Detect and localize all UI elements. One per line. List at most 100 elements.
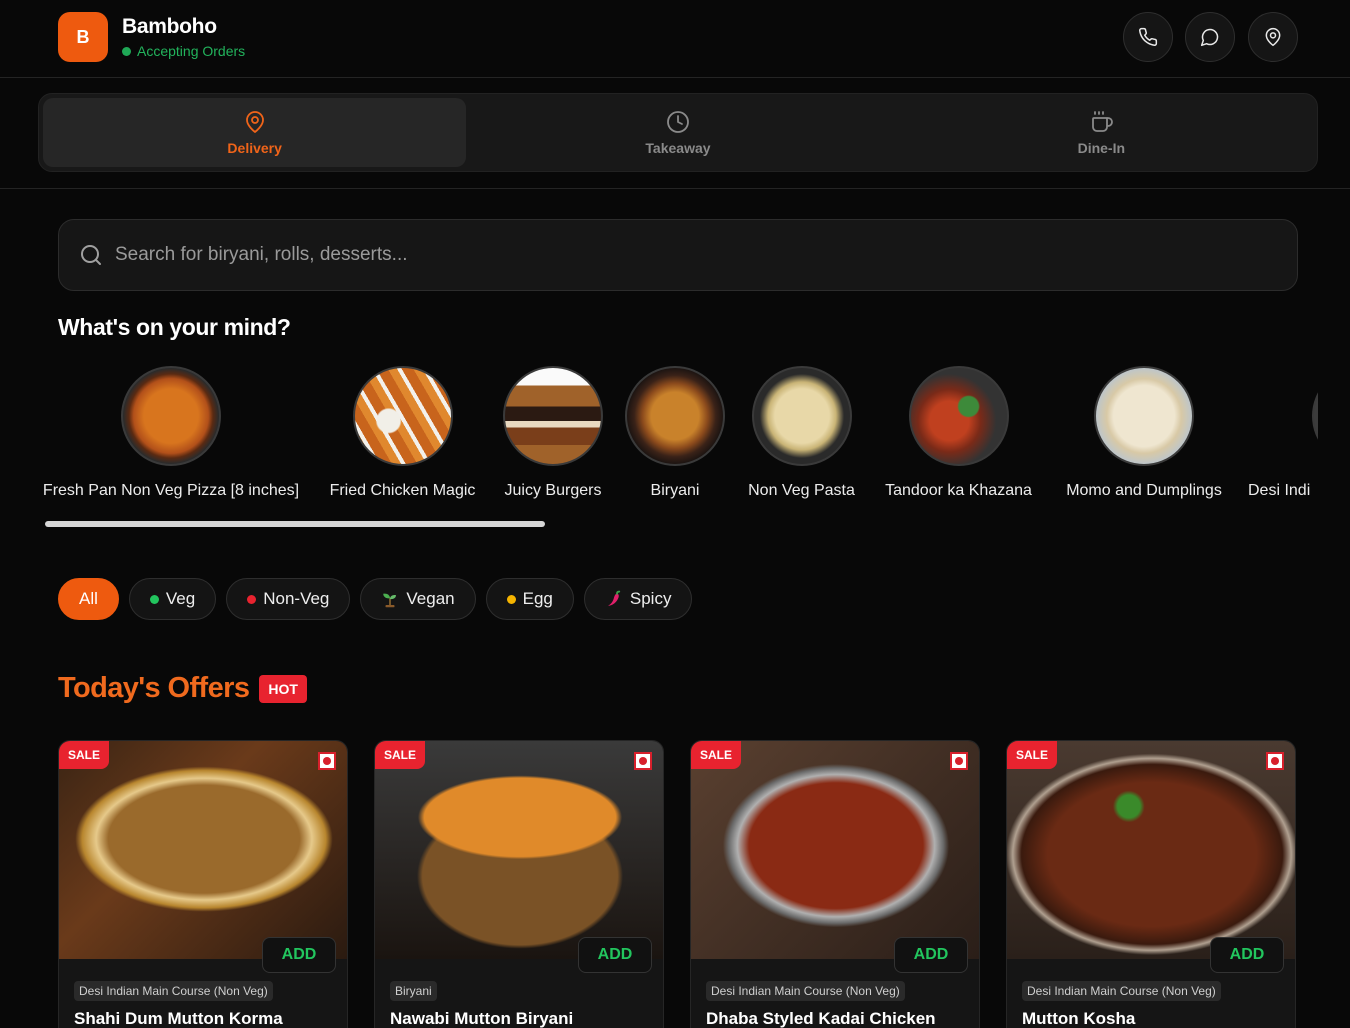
order-type-bar: Delivery Takeaway Dine-In <box>0 78 1350 189</box>
category-item[interactable]: Juicy Burgers <box>500 360 606 500</box>
item-name: Shahi Dum Mutton Korma <box>74 1009 283 1028</box>
sale-badge: SALE <box>1007 741 1058 769</box>
momo-image <box>1094 366 1194 466</box>
status-text: Accepting Orders <box>137 43 246 59</box>
category-item[interactable]: Fresh Pan Non Veg Pizza [8 inches] <box>38 360 304 500</box>
restaurant-name: Bamboho <box>122 15 217 38</box>
category-item[interactable]: Momo and Dumplings <box>1058 360 1230 500</box>
add-button[interactable]: ADD <box>1210 937 1284 973</box>
chat-button[interactable] <box>1185 12 1235 62</box>
order-type-tabs: Delivery Takeaway Dine-In <box>38 93 1318 172</box>
coffee-cup-icon <box>1092 110 1114 132</box>
filter-spicy[interactable]: Spicy <box>583 578 693 620</box>
item-category: Biryani <box>390 981 437 1001</box>
non-veg-dot-icon <box>247 594 257 604</box>
fried-chicken-image <box>352 366 453 466</box>
sprout-icon <box>383 593 397 608</box>
mutton-kosha-image <box>1007 741 1295 959</box>
offer-card[interactable]: SALE ADD Biryani Nawabi Mutton Biryani <box>374 740 664 1028</box>
search-bar <box>58 219 1298 291</box>
biryani-image <box>625 366 725 466</box>
filter-label: Spicy <box>629 589 672 608</box>
filter-all[interactable]: All <box>58 578 119 620</box>
tab-label: Dine-In <box>1077 139 1126 156</box>
location-pin-icon <box>245 110 264 133</box>
section-title-categories: What's on your mind? <box>58 314 291 340</box>
add-button[interactable]: ADD <box>578 937 652 973</box>
non-veg-mark-icon <box>634 752 652 770</box>
category-label: Momo and Dumplings <box>1066 482 1222 499</box>
chili-icon <box>607 590 621 606</box>
item-name: Mutton Kosha <box>1022 1009 1136 1028</box>
item-name: Nawabi Mutton Biryani <box>390 1009 574 1028</box>
location-button[interactable] <box>1248 12 1298 62</box>
burger-image <box>503 366 603 466</box>
mutton-biryani-image <box>375 741 663 959</box>
offer-card[interactable]: SALE ADD Desi Indian Main Course (Non Ve… <box>58 740 348 1028</box>
category-item[interactable]: Non Veg Pasta <box>744 360 859 500</box>
item-name: Dhaba Styled Kadai Chicken <box>706 1009 936 1028</box>
brand-logo: B <box>58 12 108 62</box>
item-category: Desi Indian Main Course (Non Veg) <box>706 981 905 1001</box>
order-status: Accepting Orders <box>122 43 245 59</box>
phone-icon <box>1139 27 1158 46</box>
category-carousel: Fresh Pan Non Veg Pizza [8 inches] Fried… <box>0 360 1318 510</box>
add-button[interactable]: ADD <box>262 937 336 973</box>
offer-card[interactable]: SALE ADD Desi Indian Main Course (Non Ve… <box>1006 740 1296 1028</box>
category-item[interactable]: Tandoor ka Khazana <box>877 360 1040 500</box>
search-icon <box>81 245 101 265</box>
non-veg-mark-icon <box>318 752 336 770</box>
hot-badge: HOT <box>259 674 307 703</box>
chat-icon <box>1200 28 1219 47</box>
veg-dot-icon <box>149 594 159 604</box>
category-label: Juicy Burgers <box>504 482 602 499</box>
pizza-image <box>121 366 221 466</box>
desi-indian-image <box>1312 366 1318 466</box>
item-category: Desi Indian Main Course (Non Veg) <box>1022 981 1221 1001</box>
carousel-scrollbar[interactable] <box>45 521 545 527</box>
category-item[interactable]: Biryani <box>624 360 726 500</box>
kadai-chicken-image <box>691 741 979 959</box>
add-button[interactable]: ADD <box>894 937 968 973</box>
filter-non-veg[interactable]: Non-Veg <box>226 578 351 620</box>
offers-heading: Today's Offers HOT <box>58 672 307 705</box>
status-dot-icon <box>122 46 131 56</box>
tab-label: Delivery <box>227 139 282 156</box>
category-item[interactable]: Fried Chicken Magic <box>323 360 482 500</box>
filter-label: Veg <box>165 589 196 608</box>
filter-vegan[interactable]: Vegan <box>360 578 476 620</box>
diet-filters: All Veg Non-Veg Vegan Egg Spicy <box>58 578 693 620</box>
egg-dot-icon <box>506 594 516 604</box>
non-veg-mark-icon <box>1266 752 1284 770</box>
category-label: Fresh Pan Non Veg Pizza [8 inches] <box>42 482 300 499</box>
sale-badge: SALE <box>59 741 110 769</box>
offers-title: Today's Offers <box>58 672 250 704</box>
category-item[interactable]: Desi Indi <box>1248 360 1318 500</box>
tab-label: Takeaway <box>645 139 711 156</box>
offer-card[interactable]: SALE ADD Desi Indian Main Course (Non Ve… <box>690 740 980 1028</box>
filter-label: Non-Veg <box>263 589 330 608</box>
filter-egg[interactable]: Egg <box>485 578 574 620</box>
filter-label: Egg <box>522 589 553 608</box>
app-header: B Bamboho Accepting Orders <box>0 0 1350 78</box>
location-pin-icon <box>1265 27 1281 47</box>
tab-delivery[interactable]: Delivery <box>43 98 467 167</box>
tandoor-image <box>908 366 1009 466</box>
tab-takeaway[interactable]: Takeaway <box>466 98 889 167</box>
tab-dine-in[interactable]: Dine-In <box>890 98 1313 167</box>
clock-icon <box>667 110 689 133</box>
category-label: Biryani <box>650 482 700 499</box>
category-label: Non Veg Pasta <box>748 482 855 499</box>
filter-veg[interactable]: Veg <box>128 578 217 620</box>
korma-image <box>59 741 347 959</box>
sale-badge: SALE <box>691 741 742 769</box>
item-category: Desi Indian Main Course (Non Veg) <box>74 981 273 1001</box>
sale-badge: SALE <box>375 741 426 769</box>
category-label: Fried Chicken Magic <box>329 482 476 499</box>
pasta-image <box>751 366 852 466</box>
search-input[interactable] <box>115 244 1215 266</box>
call-button[interactable] <box>1123 12 1173 62</box>
filter-label: All <box>79 589 98 608</box>
category-label: Tandoor ka Khazana <box>885 482 1032 499</box>
category-label: Desi Indi <box>1248 482 1311 499</box>
